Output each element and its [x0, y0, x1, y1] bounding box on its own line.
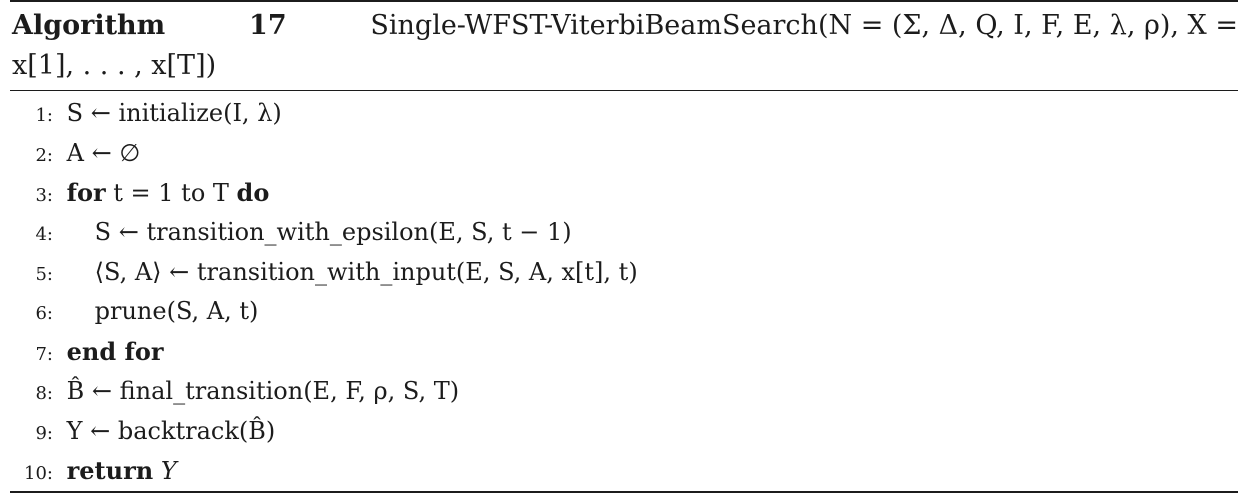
line-number: 8: — [35, 382, 53, 404]
line-number: 5: — [35, 263, 53, 285]
line-text: prune(S, A, t) — [94, 297, 259, 326]
algorithm-label: Algorithm — [12, 10, 166, 41]
keyword-return: return — [66, 456, 154, 486]
line-2: 2: A ← ∅ — [10, 134, 1238, 174]
line-6: 6: prune(S, A, t) — [10, 292, 1238, 332]
bottom-rule — [10, 491, 1238, 493]
algorithm-body: 1: S ← initialize(I, λ) 2: A ← ∅ 3: for … — [10, 94, 1238, 491]
keyword-for: for — [66, 178, 106, 208]
line-number: 2: — [35, 144, 53, 166]
top-rule — [10, 0, 1238, 2]
line-text: t = 1 to T — [113, 179, 229, 208]
line-text: Y ← backtrack(B̂) — [66, 416, 276, 445]
line-5: 5: ⟨S, A⟩ ← transition_with_input(E, S, … — [10, 253, 1238, 293]
algorithm-signature: Single-WFST-ViterbiBeamSearch(N = (Σ, Δ,… — [370, 10, 1238, 41]
algorithm-block: Algorithm 17 Single-WFST-ViterbiBeamSear… — [0, 0, 1249, 503]
line-number: 7: — [35, 344, 53, 366]
line-text: A ← ∅ — [66, 138, 141, 167]
line-4: 4: S ← transition_with_epsilon(E, S, t −… — [10, 213, 1238, 253]
line-1: 1: S ← initialize(I, λ) — [10, 94, 1238, 134]
line-number: 3: — [35, 185, 53, 207]
header-rule — [10, 90, 1238, 91]
keyword-end-for: end for — [66, 337, 164, 367]
line-text: Y — [160, 457, 177, 486]
line-number: 9: — [35, 422, 53, 444]
line-number: 4: — [35, 224, 53, 246]
line-number: 10: — [24, 463, 53, 485]
line-7: 7: end for — [10, 332, 1238, 372]
line-text: ⟨S, A⟩ ← transition_with_input(E, S, A, … — [94, 257, 638, 286]
algorithm-header: Algorithm 17 Single-WFST-ViterbiBeamSear… — [12, 6, 1238, 86]
line-text: S ← initialize(I, λ) — [66, 99, 282, 127]
line-text: S ← transition_with_epsilon(E, S, t − 1) — [94, 218, 572, 247]
algorithm-number: 17 — [249, 10, 287, 41]
line-number: 6: — [35, 303, 53, 325]
line-3: 3: for t = 1 to T do — [10, 173, 1238, 213]
keyword-do: do — [236, 178, 270, 208]
line-8: 8: B̂ ← final_transition(E, F, ρ, S, T) — [10, 372, 1238, 412]
line-9: 9: Y ← backtrack(B̂) — [10, 412, 1238, 452]
line-text: B̂ ← final_transition(E, F, ρ, S, T) — [66, 376, 460, 405]
algorithm-signature-continued: x[1], . . . , x[T]) — [12, 50, 217, 81]
line-10: 10: return Y — [10, 451, 1238, 491]
line-number: 1: — [35, 105, 53, 126]
